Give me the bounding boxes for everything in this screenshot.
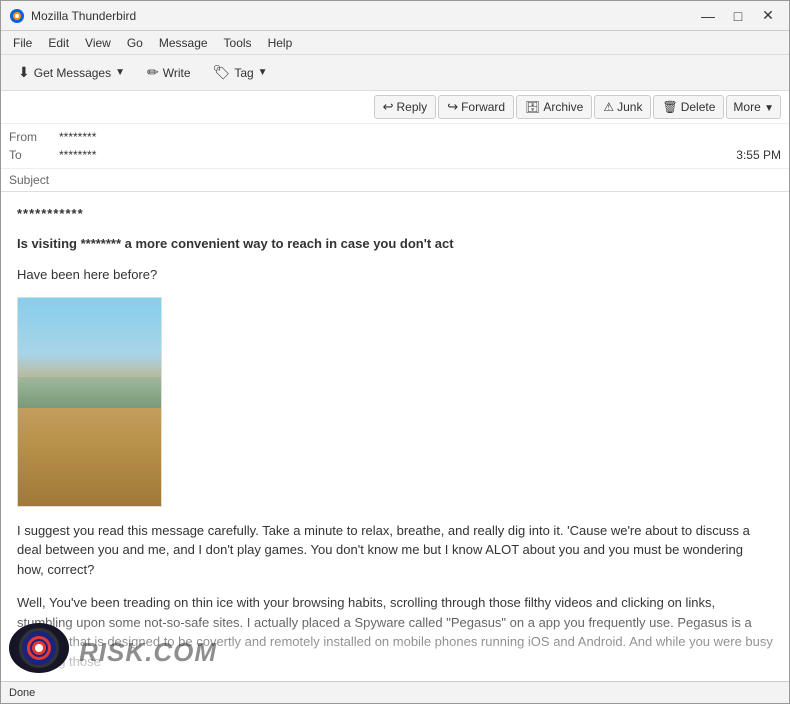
email-paragraph-1: I suggest you read this message carefull… — [17, 521, 773, 580]
email-para2-text: Well, You've been treading on thin ice w… — [17, 595, 773, 669]
email-inline-image — [17, 297, 162, 507]
to-value: ******** — [59, 148, 736, 162]
menu-help[interactable]: Help — [260, 34, 301, 52]
close-button[interactable]: ✕ — [755, 6, 781, 26]
write-icon: ✏ — [147, 64, 159, 81]
to-label: To — [9, 148, 59, 162]
tag-label: Tag — [234, 66, 253, 80]
get-messages-dropdown-icon[interactable]: ▼ — [115, 67, 125, 78]
main-toolbar: ⬇ Get Messages ▼ ✏ Write 🏷 Tag ▼ — [1, 55, 789, 91]
from-row: From ******** — [9, 128, 781, 146]
title-bar: Mozilla Thunderbird — □ ✕ — [1, 1, 789, 31]
email-greeting: Have been here before? — [17, 265, 773, 285]
maximize-button[interactable]: □ — [725, 6, 751, 26]
reply-icon: ↩ — [383, 99, 394, 115]
subject-row: Subject — [1, 168, 789, 191]
email-paragraph-2: Well, You've been treading on thin ice w… — [17, 593, 773, 671]
email-meta: From ******** To ******** 3:55 PM — [1, 124, 789, 168]
archive-icon: 🗄 — [525, 100, 540, 114]
email-header-area: ↩ Reply ↪ Forward 🗄 Archive ⚠ Junk 🗑 — [1, 91, 789, 192]
get-messages-icon: ⬇ — [18, 64, 30, 81]
junk-icon: ⚠ — [603, 100, 614, 114]
delete-icon: 🗑 — [662, 100, 677, 114]
email-body[interactable]: *********** Is visiting ******** a more … — [1, 192, 789, 681]
to-row: To ******** 3:55 PM — [9, 146, 781, 164]
tag-icon: 🏷 — [213, 64, 231, 81]
junk-button[interactable]: ⚠ Junk — [594, 95, 651, 119]
from-value: ******** — [59, 130, 781, 144]
window-title: Mozilla Thunderbird — [31, 9, 695, 23]
status-text: Done — [9, 687, 35, 699]
get-messages-label: Get Messages — [34, 66, 111, 80]
menu-go[interactable]: Go — [119, 34, 151, 52]
tag-button[interactable]: 🏷 Tag ▼ — [204, 60, 277, 85]
delete-label: Delete — [681, 100, 716, 114]
email-stars: *********** — [17, 204, 773, 224]
write-label: Write — [163, 66, 191, 80]
menu-file[interactable]: File — [5, 34, 40, 52]
menu-edit[interactable]: Edit — [40, 34, 77, 52]
email-action-buttons: ↩ Reply ↪ Forward 🗄 Archive ⚠ Junk 🗑 — [374, 95, 781, 119]
menu-message[interactable]: Message — [151, 34, 216, 52]
email-time: 3:55 PM — [736, 148, 781, 162]
subject-label: Subject — [9, 173, 49, 187]
menu-tools[interactable]: Tools — [216, 34, 260, 52]
from-label: From — [9, 130, 59, 144]
archive-label: Archive — [543, 100, 583, 114]
delete-button[interactable]: 🗑 Delete — [653, 95, 724, 119]
forward-button[interactable]: ↪ Forward — [438, 95, 514, 119]
menu-bar: File Edit View Go Message Tools Help — [1, 31, 789, 55]
main-window: Mozilla Thunderbird — □ ✕ File Edit View… — [0, 0, 790, 704]
archive-button[interactable]: 🗄 Archive — [516, 95, 592, 119]
status-bar: Done — [1, 681, 789, 703]
email-toolbar-row: ↩ Reply ↪ Forward 🗄 Archive ⚠ Junk 🗑 — [1, 91, 789, 124]
more-dropdown-icon: ▼ — [764, 103, 774, 114]
reply-button[interactable]: ↩ Reply — [374, 95, 437, 119]
minimize-button[interactable]: — — [695, 6, 721, 26]
email-subject-line: Is visiting ******** a more convenient w… — [17, 234, 773, 254]
write-button[interactable]: ✏ Write — [138, 60, 200, 85]
app-icon — [9, 8, 25, 24]
tag-dropdown-icon[interactable]: ▼ — [258, 67, 268, 78]
forward-label: Forward — [461, 100, 505, 114]
junk-label: Junk — [617, 100, 642, 114]
menu-view[interactable]: View — [77, 34, 119, 52]
more-button[interactable]: More ▼ — [726, 95, 781, 119]
get-messages-button[interactable]: ⬇ Get Messages ▼ — [9, 60, 134, 85]
more-label: More — [733, 100, 760, 114]
window-controls: — □ ✕ — [695, 6, 781, 26]
forward-icon: ↪ — [447, 99, 458, 115]
reply-label: Reply — [397, 100, 428, 114]
